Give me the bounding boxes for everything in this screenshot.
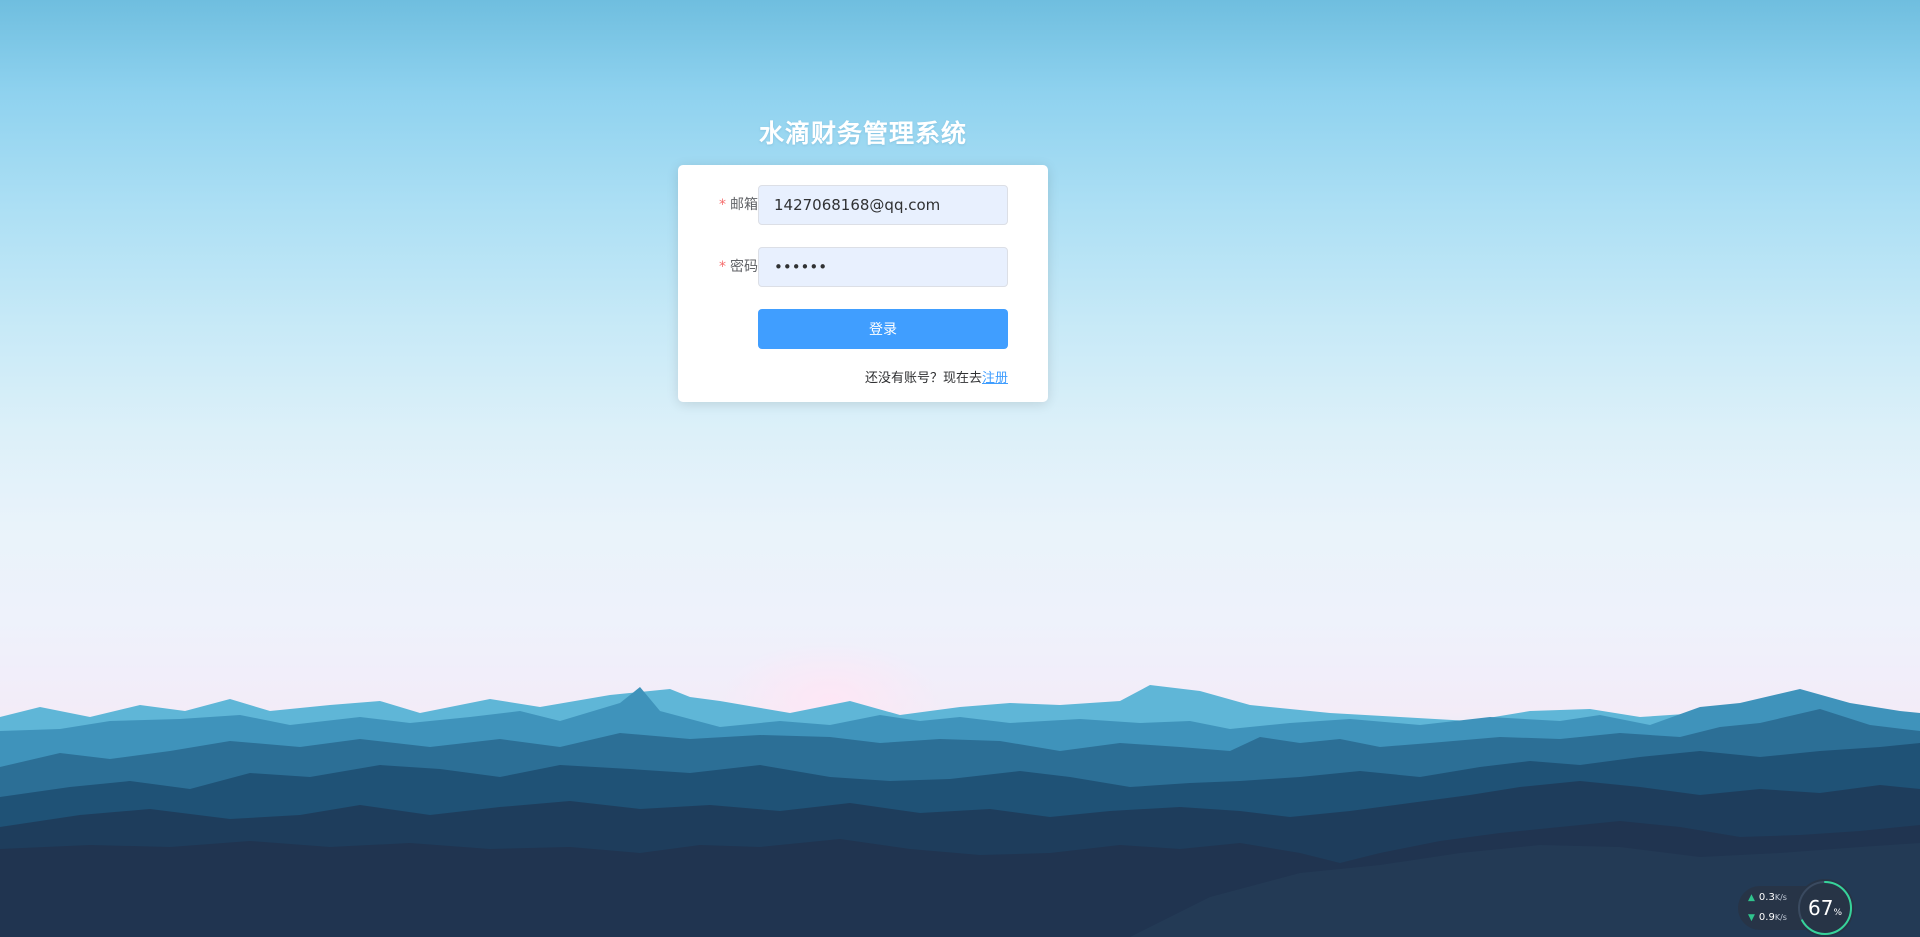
required-mark: * [719, 197, 726, 213]
register-link[interactable]: 注册 [982, 371, 1008, 386]
download-speed-unit: K/s [1774, 913, 1787, 922]
password-label-text: 密码 [730, 259, 758, 275]
password-input[interactable] [758, 247, 1008, 287]
required-mark: * [719, 259, 726, 275]
email-form-item: * 邮箱 [678, 185, 1048, 225]
register-prompt: 还没有账号？现在去注册 [865, 367, 1008, 386]
login-card: *邮箱 *密码 登录 还没有账号？现在去注册 [678, 165, 1048, 402]
arrow-down-icon: ▼ [1748, 913, 1755, 923]
email-label-text: 邮箱 [730, 197, 758, 213]
usage-gauge-label: 67% [1796, 879, 1854, 937]
login-page: 水滴财务管理系统 *邮箱 *密码 登录 还没有账号？现在去注册 ▲0.3K/s … [0, 0, 1920, 937]
arrow-up-icon: ▲ [1748, 893, 1755, 903]
usage-unit: % [1833, 908, 1842, 918]
upload-speed: ▲ 0.3K/s [1748, 892, 1787, 903]
password-form-item: * 密码 [678, 247, 1048, 287]
usage-value: 67 [1807, 896, 1834, 920]
mountain-landscape [0, 685, 1920, 937]
login-button[interactable]: 登录 [758, 309, 1008, 349]
email-input[interactable] [758, 185, 1008, 225]
usage-gauge[interactable]: 67% [1796, 879, 1854, 937]
upload-speed-unit: K/s [1774, 893, 1787, 902]
password-label: * 密码 [706, 247, 758, 287]
download-speed: ▼ 0.9K/s [1748, 912, 1787, 923]
upload-speed-value: 0.3 [1758, 892, 1775, 903]
download-speed-value: 0.9 [1758, 912, 1775, 923]
email-label: * 邮箱 [706, 185, 758, 225]
register-prompt-text: 还没有账号？现在去 [864, 371, 982, 386]
page-title: 水滴财务管理系统 [758, 119, 967, 148]
